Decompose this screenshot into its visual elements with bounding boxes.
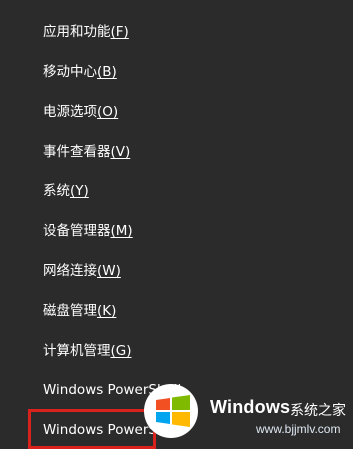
menu-item-system[interactable]: 系统(Y) <box>43 182 89 200</box>
menu-item-label: 计算机管理 <box>43 343 111 359</box>
menu-item-windows-powershell[interactable]: Windows PowerShell <box>43 381 181 399</box>
menu-item-accelerator: (W) <box>97 263 121 279</box>
menu-item-label: 应用和功能 <box>43 24 111 40</box>
menu-item-label: Windows PowerShell <box>43 382 182 398</box>
menu-item-device-manager[interactable]: 设备管理器(M) <box>43 222 133 240</box>
highlight-box <box>28 409 156 449</box>
menu-item-accelerator: (M) <box>110 223 133 239</box>
menu-item-accelerator: (G) <box>110 343 132 359</box>
menu-item-accelerator: (Y) <box>70 183 89 199</box>
menu-item-label: 电源选项 <box>43 104 97 120</box>
winx-context-menu: 应用和功能(F) 移动中心(B) 电源选项(O) 事件查看器(V) 系统(Y) … <box>0 0 353 440</box>
menu-item-disk-management[interactable]: 磁盘管理(K) <box>43 302 116 320</box>
menu-item-network-connections[interactable]: 网络连接(W) <box>43 262 121 280</box>
menu-item-power-options[interactable]: 电源选项(O) <box>43 103 118 121</box>
menu-item-apps-features[interactable]: 应用和功能(F) <box>43 23 129 41</box>
menu-item-label: 网络连接 <box>43 263 97 279</box>
menu-item-event-viewer[interactable]: 事件查看器(V) <box>43 143 130 161</box>
menu-item-label: 移动中心 <box>43 64 97 80</box>
menu-item-label: 磁盘管理 <box>43 303 97 319</box>
menu-item-accelerator: (K) <box>97 303 117 319</box>
menu-item-label: 系统 <box>43 183 70 199</box>
menu-item-label: 设备管理器 <box>43 223 111 239</box>
menu-item-accelerator: (V) <box>110 144 131 160</box>
menu-item-accelerator: (F) <box>110 24 129 40</box>
menu-item-label: 事件查看器 <box>43 144 111 160</box>
menu-item-computer-management[interactable]: 计算机管理(G) <box>43 342 132 360</box>
menu-item-mobility-center[interactable]: 移动中心(B) <box>43 63 117 81</box>
menu-item-accelerator: (O) <box>97 104 119 120</box>
menu-item-accelerator: (B) <box>97 64 117 80</box>
